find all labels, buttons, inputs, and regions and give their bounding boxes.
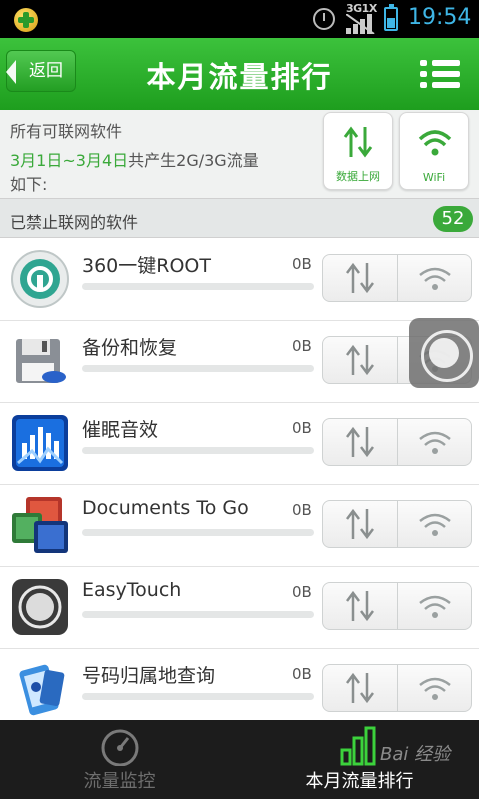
app-notification-icon [14, 8, 38, 32]
mobile-data-label: 数据上网 [336, 170, 380, 183]
app-traffic: 0B [292, 419, 312, 437]
tab-traffic-monitor-label: 流量监控 [83, 771, 156, 792]
app-network-controls [322, 664, 472, 712]
tab-traffic-monitor[interactable]: 流量监控 [0, 720, 239, 799]
app-wifi-toggle[interactable] [418, 263, 452, 297]
phone-location-icon [10, 659, 70, 719]
app-traffic: 0B [292, 583, 312, 601]
app-row[interactable]: 催眠音效 0B [0, 403, 479, 485]
wifi-icon [419, 267, 451, 290]
title-bar: 返回 本月流量排行 [0, 38, 479, 110]
wifi-icon [419, 431, 451, 454]
mobile-data-icon [346, 672, 374, 704]
app-wifi-toggle[interactable] [418, 673, 452, 707]
wifi-icon [419, 677, 451, 700]
divider [397, 337, 398, 383]
status-bar: 3G1X 19:54 [0, 0, 479, 38]
wifi-toggle-all[interactable]: WiFi [399, 112, 469, 190]
date-range: 3月1日~3月4日 [10, 151, 129, 170]
app-name: 号码归属地查询 [82, 665, 216, 687]
page-title: 本月流量排行 [146, 60, 333, 94]
easytouch-icon [10, 577, 70, 637]
app-traffic: 0B [292, 501, 312, 519]
alarm-icon [313, 8, 335, 30]
speedometer-icon [101, 729, 139, 766]
divider [397, 419, 398, 465]
app-data-toggle[interactable] [343, 343, 377, 381]
traffic-summary: 所有可联网软件 3月1日~3月4日共产生2G/3G流量 如下: 数据上网 WiF… [0, 110, 479, 198]
app-traffic: 0B [292, 337, 312, 355]
summary-traffic-text: 共产生2G/3G流量 [128, 151, 259, 170]
wifi-icon [418, 130, 452, 156]
360-root-icon [10, 249, 70, 309]
app-traffic: 0B [292, 255, 312, 273]
app-traffic-bar [82, 529, 314, 536]
app-wifi-toggle[interactable] [418, 509, 452, 543]
backup-restore-icon [10, 331, 70, 391]
mobile-data-icon [343, 126, 373, 158]
app-traffic-bar [82, 365, 314, 372]
app-row[interactable]: 360一键ROOT 0B [0, 239, 479, 321]
menu-icon[interactable] [420, 58, 460, 90]
summary-line-3: 如下: [10, 175, 48, 194]
signal-icon [346, 14, 375, 34]
app-row[interactable]: 号码归属地查询 0B [0, 649, 479, 731]
summary-line-1: 所有可联网软件 [10, 122, 123, 141]
app-row[interactable]: 备份和恢复 0B [0, 321, 479, 403]
app-row[interactable]: Documents To Go 0B [0, 485, 479, 567]
documents-to-go-icon [10, 495, 70, 555]
mobile-data-icon [346, 590, 374, 622]
app-traffic-bar [82, 611, 314, 618]
app-wifi-toggle[interactable] [418, 591, 452, 625]
section-title: 已禁止联网的软件 [10, 213, 139, 232]
app-name: EasyTouch [82, 579, 182, 601]
bar-chart-icon [340, 726, 376, 766]
app-data-toggle[interactable] [343, 425, 377, 463]
app-name: 催眠音效 [82, 419, 159, 441]
app-traffic-bar [82, 447, 314, 454]
mobile-data-icon [346, 344, 374, 376]
blocked-apps-header[interactable]: 已禁止联网的软件 52 [0, 198, 479, 238]
divider [397, 583, 398, 629]
hypnosis-sound-icon [10, 413, 70, 473]
app-data-toggle[interactable] [343, 589, 377, 627]
clock: 19:54 [408, 5, 472, 30]
divider [397, 665, 398, 711]
app-network-controls [322, 582, 472, 630]
mobile-data-icon [346, 426, 374, 458]
app-wifi-toggle[interactable] [418, 427, 452, 461]
blocked-count-badge: 52 [433, 206, 473, 232]
app-traffic-bar [82, 283, 314, 290]
summary-line-2: 3月1日~3月4日共产生2G/3G流量 [10, 147, 259, 171]
app-data-toggle[interactable] [343, 261, 377, 299]
app-name: 备份和恢复 [82, 337, 178, 359]
divider [397, 501, 398, 547]
app-name: 360一键ROOT [82, 255, 211, 277]
mobile-data-toggle-all[interactable]: 数据上网 [323, 112, 393, 190]
tab-monthly-ranking-label: 本月流量排行 [305, 771, 414, 792]
wifi-icon [419, 513, 451, 536]
mobile-data-icon [346, 508, 374, 540]
easytouch-floating-button[interactable] [409, 318, 479, 388]
baidu-watermark: Bai 经验 [380, 744, 451, 765]
app-network-controls [322, 500, 472, 548]
app-network-controls [322, 254, 472, 302]
app-name: Documents To Go [82, 497, 249, 519]
divider [397, 255, 398, 301]
app-data-toggle[interactable] [343, 671, 377, 709]
app-traffic-bar [82, 693, 314, 700]
app-row[interactable]: EasyTouch 0B [0, 567, 479, 649]
battery-icon [384, 4, 398, 31]
wifi-icon [419, 595, 451, 618]
app-data-toggle[interactable] [343, 507, 377, 545]
app-traffic: 0B [292, 665, 312, 683]
mobile-data-icon [346, 262, 374, 294]
wifi-label: WiFi [422, 171, 446, 184]
app-network-controls [322, 418, 472, 466]
